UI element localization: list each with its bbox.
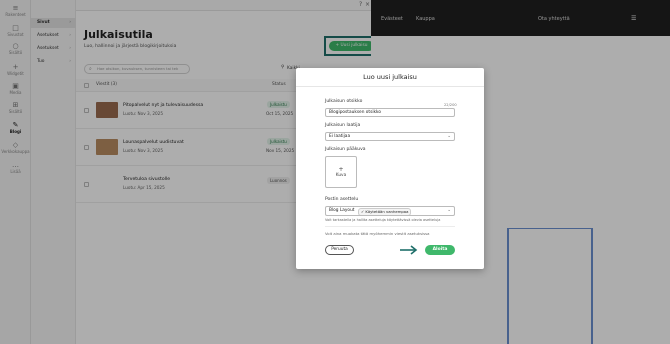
post-title-value: Blogipostauksen otsikko: [329, 110, 381, 115]
title-label: Julkaisun otsikko: [325, 99, 363, 104]
author-select[interactable]: Ei laatijaa ⌄: [325, 132, 455, 141]
modal-title: Luo uusi julkaisu: [363, 73, 417, 81]
author-label: Julkaisun laatija: [325, 123, 361, 128]
layout-select[interactable]: Blog Layout ✓ Käytetään vanhempaa ⌄: [325, 206, 455, 216]
divider: [325, 226, 455, 227]
add-image-button[interactable]: + Kuva: [325, 156, 357, 188]
layout-label: Postin asettelu: [325, 197, 359, 202]
start-button[interactable]: Aloita: [425, 245, 455, 255]
chevron-down-icon: ⌄: [447, 134, 451, 139]
title-counter: 22/200: [444, 103, 457, 107]
layout-value: Blog Layout: [329, 208, 355, 213]
divider: [296, 86, 484, 87]
arrow-right-icon: [400, 245, 418, 255]
layout-chip: ✓ Käytetään vanhempaa: [358, 208, 412, 215]
create-post-modal: Luo uusi julkaisu Julkaisun otsikko 22/2…: [296, 68, 484, 269]
add-image-label: Kuva: [335, 173, 347, 178]
edit-later-note: Voit aina muokata tätä myöhemmin viestit…: [325, 231, 430, 236]
chevron-down-icon: ⌄: [447, 208, 451, 213]
plus-icon: +: [338, 166, 344, 173]
cancel-button[interactable]: Peruuta: [325, 245, 354, 255]
image-label: Julkaisun pääkuva: [325, 147, 366, 152]
author-value: Ei laatijaa: [329, 134, 351, 139]
layout-hint: Voit tarkastella ja hallita asetteluja k…: [325, 218, 441, 222]
post-title-input[interactable]: Blogipostauksen otsikko: [325, 108, 455, 117]
layout-chip-label: Käytetään vanhempaa: [365, 209, 409, 214]
